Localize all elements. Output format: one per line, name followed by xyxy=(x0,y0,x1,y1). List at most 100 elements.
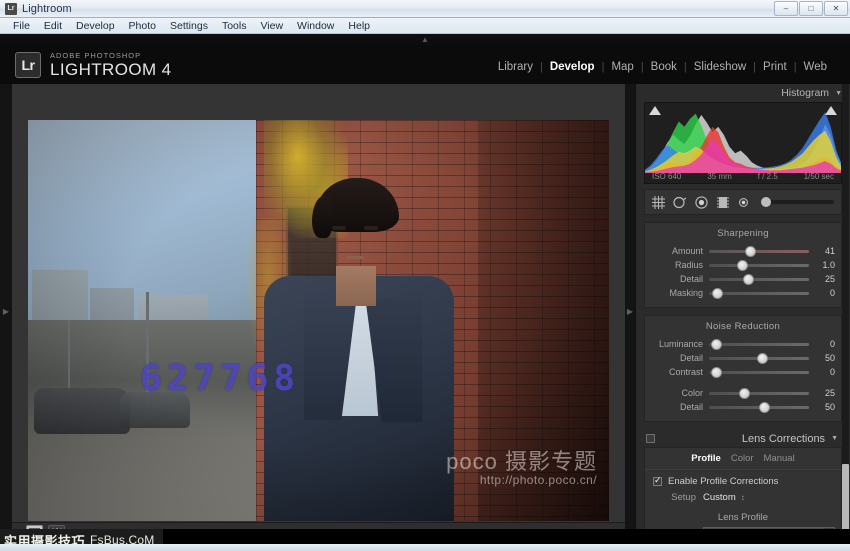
slider-row-nr-contrast[interactable]: Contrast 0 xyxy=(645,365,841,379)
slider-label: Detail xyxy=(679,353,703,363)
slider-row-color[interactable]: Color 25 xyxy=(645,386,841,400)
panel-toggle-icon[interactable] xyxy=(646,434,655,443)
module-web[interactable]: Web xyxy=(797,61,834,73)
tab-color[interactable]: Color xyxy=(731,453,754,464)
module-book[interactable]: Book xyxy=(644,61,684,73)
slider-knob[interactable] xyxy=(743,273,754,285)
menu-window[interactable]: Window xyxy=(290,19,341,33)
slider-value[interactable]: 0 xyxy=(809,288,835,298)
slider-track[interactable] xyxy=(709,338,809,350)
setup-row[interactable]: Setup Custom ↕ xyxy=(645,491,841,508)
setup-stepper-icon[interactable]: ↕ xyxy=(741,493,745,502)
slider-row-radius[interactable]: Radius 1.0 xyxy=(645,258,841,272)
taskbar-strip xyxy=(0,544,850,551)
chevron-down-icon[interactable]: ▼ xyxy=(835,90,842,97)
menu-edit[interactable]: Edit xyxy=(37,19,69,33)
slider-row-luminance[interactable]: Luminance 0 xyxy=(645,337,841,351)
slider-track[interactable] xyxy=(709,387,809,399)
module-slideshow[interactable]: Slideshow xyxy=(687,61,753,73)
slider-track[interactable] xyxy=(709,287,809,299)
right-panel-collapse[interactable]: ▶ xyxy=(625,84,635,539)
menu-file[interactable]: File xyxy=(6,19,37,33)
menu-photo[interactable]: Photo xyxy=(122,19,163,33)
slider-knob[interactable] xyxy=(711,338,722,350)
exif-row: ISO 640 35 mm f / 2.5 1/50 sec xyxy=(645,172,841,181)
photo-preview[interactable]: 627768 poco 摄影专题 http://photo.poco.cn/ xyxy=(28,120,609,521)
top-collapse-arrow-icon[interactable]: ▲ xyxy=(421,35,429,44)
enable-profile-corrections-row[interactable]: Enable Profile Corrections xyxy=(645,470,841,491)
module-map[interactable]: Map xyxy=(604,61,640,73)
module-picker: Library | Develop | Map | Book | Slidesh… xyxy=(491,61,834,73)
tab-profile[interactable]: Profile xyxy=(691,453,721,464)
module-print[interactable]: Print xyxy=(756,61,794,73)
slider-value[interactable]: 25 xyxy=(809,388,835,398)
slider-row-nr-detail[interactable]: Detail 50 xyxy=(645,351,841,365)
menu-tools[interactable]: Tools xyxy=(215,19,254,33)
slider-knob[interactable] xyxy=(737,259,748,271)
slider-value[interactable]: 0 xyxy=(809,367,835,377)
top-panel-collapse-bar[interactable]: ▲ xyxy=(0,34,850,45)
slider-row-detail[interactable]: Detail 25 xyxy=(645,272,841,286)
slider-label: Color xyxy=(681,388,703,398)
slider-value[interactable]: 41 xyxy=(809,246,835,256)
left-collapse-arrow-icon[interactable]: ▶ xyxy=(3,307,9,316)
shadow-clipping-icon[interactable] xyxy=(649,106,661,115)
exif-iso: ISO 640 xyxy=(652,172,682,181)
slider-knob[interactable] xyxy=(745,245,756,257)
slider-value[interactable]: 50 xyxy=(809,402,835,412)
brand-superline: ADOBE PHOTOSHOP xyxy=(50,51,142,60)
chevron-down-icon[interactable]: ▼ xyxy=(831,435,838,442)
right-collapse-arrow-icon[interactable]: ▶ xyxy=(627,307,633,316)
app-header: Lr ADOBE PHOTOSHOP LIGHTROOM 4 Library |… xyxy=(0,45,850,84)
graduated-filter-icon[interactable] xyxy=(716,196,730,209)
menu-settings[interactable]: Settings xyxy=(163,19,215,33)
slider-track[interactable] xyxy=(709,259,809,271)
slider-knob[interactable] xyxy=(712,287,723,299)
module-develop[interactable]: Develop xyxy=(543,61,602,73)
menu-develop[interactable]: Develop xyxy=(69,19,122,33)
menu-help[interactable]: Help xyxy=(341,19,377,33)
slider-knob[interactable] xyxy=(739,387,750,399)
lens-corrections-header[interactable]: Lens Corrections ▼ xyxy=(644,430,842,447)
sharpening-section: Sharpening Amount 41 Radius 1.0 Detail 2… xyxy=(644,222,842,308)
slider-row-masking[interactable]: Masking 0 xyxy=(645,286,841,300)
slider-value[interactable]: 0 xyxy=(809,339,835,349)
poco-url-text: http://photo.poco.cn/ xyxy=(479,473,597,487)
slider-knob[interactable] xyxy=(759,401,770,413)
setup-value[interactable]: Custom xyxy=(703,492,736,503)
crop-overlay-icon[interactable] xyxy=(652,195,665,209)
lightroom-app: ▲ Lr ADOBE PHOTOSHOP LIGHTROOM 4 Library… xyxy=(0,34,850,551)
histogram-header[interactable]: Histogram ▼ xyxy=(636,84,850,102)
tab-manual[interactable]: Manual xyxy=(764,453,795,464)
slider-track[interactable] xyxy=(709,245,809,257)
window-controls: – □ ✕ xyxy=(774,1,848,16)
slider-knob[interactable] xyxy=(711,366,722,378)
module-library[interactable]: Library xyxy=(491,61,540,73)
spot-removal-icon[interactable] xyxy=(673,196,687,209)
poco-brand-text: poco 摄影专题 xyxy=(446,449,597,474)
highlight-clipping-icon[interactable] xyxy=(825,106,837,115)
adjustment-brush-icon[interactable] xyxy=(738,197,749,208)
slider-row-color-detail[interactable]: Detail 50 xyxy=(645,400,841,414)
brush-size-slider[interactable] xyxy=(761,197,834,207)
slider-value[interactable]: 25 xyxy=(809,274,835,284)
product-identity: Lr ADOBE PHOTOSHOP LIGHTROOM 4 xyxy=(15,51,172,79)
slider-track[interactable] xyxy=(709,366,809,378)
close-button[interactable]: ✕ xyxy=(824,1,848,16)
menu-view[interactable]: View xyxy=(253,19,290,33)
minimize-button[interactable]: – xyxy=(774,1,798,16)
exif-shutter: 1/50 sec xyxy=(803,172,834,181)
slider-row-amount[interactable]: Amount 41 xyxy=(645,244,841,258)
enable-profile-checkbox[interactable] xyxy=(653,475,662,486)
slider-track[interactable] xyxy=(709,352,809,364)
slider-value[interactable]: 50 xyxy=(809,353,835,363)
red-eye-icon[interactable] xyxy=(695,195,708,209)
slider-track[interactable] xyxy=(709,401,809,413)
left-panel-collapse[interactable]: ▶ xyxy=(0,84,12,539)
slider-knob[interactable] xyxy=(757,352,768,364)
maximize-button[interactable]: □ xyxy=(799,1,823,16)
histogram-chart[interactable]: ISO 640 35 mm f / 2.5 1/50 sec xyxy=(644,102,842,184)
brush-size-knob[interactable] xyxy=(761,197,771,207)
slider-track[interactable] xyxy=(709,273,809,285)
slider-value[interactable]: 1.0 xyxy=(809,260,835,270)
